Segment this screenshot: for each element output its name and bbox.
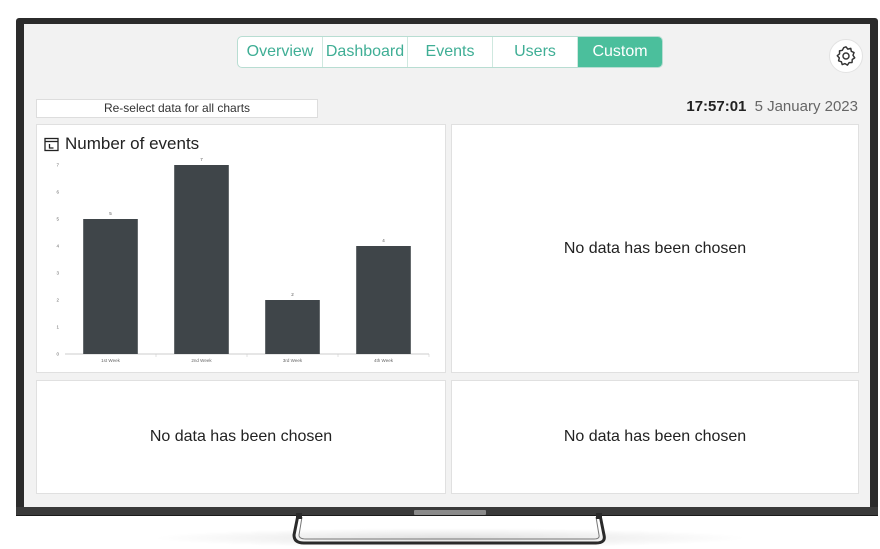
bar-value-label: 2 [291,292,294,297]
bar-chart: 0 1 2 3 4 5 6 7 5 1st Week 7 2nd Week 2 3rd Week 4 4th … [56,157,430,363]
empty-message: No data has been chosen [563,428,747,445]
tab-custom[interactable]: Custom [578,37,662,67]
y-tick-label: 7 [56,163,59,168]
x-tick-label: 2nd Week [191,358,212,363]
y-tick-label: 5 [56,217,59,222]
bar-value-label: 7 [200,157,203,162]
tab-overview[interactable]: Overview [238,37,323,67]
y-tick-label: 2 [56,298,59,303]
settings-button[interactable] [829,39,863,73]
x-tick-label: 1st Week [101,358,120,363]
clock-date: 5 January 2023 [754,98,858,115]
clock: 17:57:01 5 January 2023 [686,98,858,115]
chart-panel-events[interactable]: Number of events 0 1 2 3 4 5 6 7 5 1st Week 7 2nd W… [36,124,446,373]
bar [265,300,320,354]
y-tick-label: 1 [56,325,59,330]
chart-panel-empty-2[interactable]: No data has been chosen [451,124,859,373]
y-tick-label: 3 [56,271,59,276]
gear-icon [836,46,856,66]
bar [83,219,138,354]
bar [174,165,229,354]
nav-tabs: Overview Dashboard Events Users Custom [237,36,663,68]
chart-panel-empty-3[interactable]: No data has been chosen [36,380,446,494]
bar [356,246,411,354]
x-tick-label: 3rd Week [283,358,303,363]
y-tick-label: 0 [56,352,59,357]
empty-message: No data has been chosen [563,239,747,257]
bar-value-label: 4 [382,238,385,243]
tab-dashboard[interactable]: Dashboard [323,37,408,67]
tv-stand [292,513,606,545]
tab-users[interactable]: Users [493,37,578,67]
dashboard-screen: Overview Dashboard Events Users Custom R… [24,24,870,507]
y-tick-label: 6 [56,190,59,195]
empty-message: No data has been chosen [149,428,333,445]
chart-panel-empty-4[interactable]: No data has been chosen [451,380,859,494]
tab-events[interactable]: Events [408,37,493,67]
clock-time: 17:57:01 [686,98,747,115]
y-tick-label: 4 [56,244,59,249]
x-tick-label: 4th Week [374,358,394,363]
bar-value-label: 5 [109,211,112,216]
reselect-all-button[interactable]: Re-select data for all charts [36,99,318,118]
